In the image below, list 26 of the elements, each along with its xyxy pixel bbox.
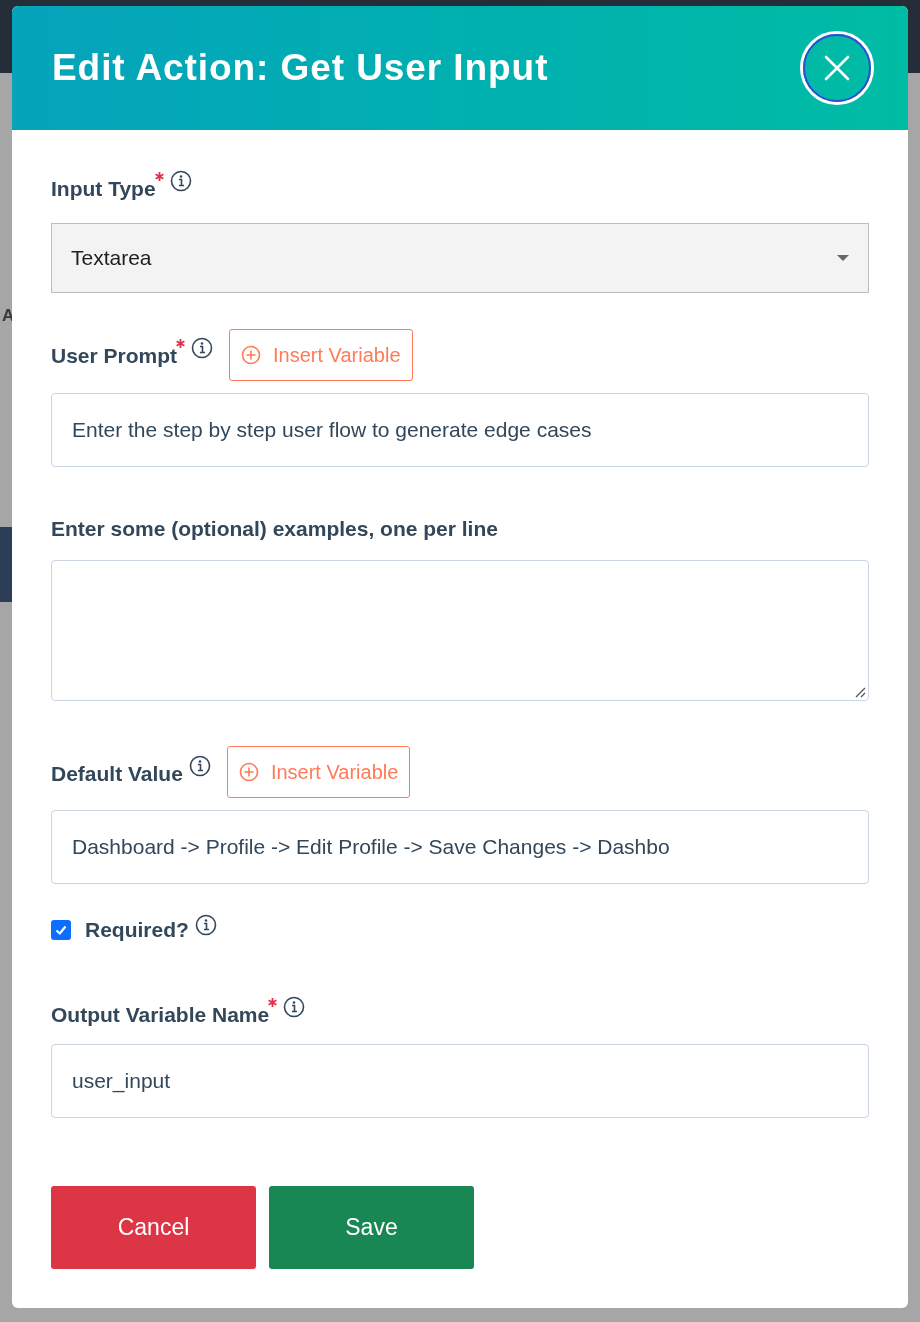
- select-field[interactable]: Textarea: [51, 222, 869, 293]
- input-field[interactable]: Dashboard -> Profile -> Edit Profile -> Save Changes -> Dashbo: [51, 810, 869, 884]
- resize-handle-icon[interactable]: [854, 686, 866, 698]
- info-icon[interactable]: [188, 754, 211, 777]
- field-label: Input Type: [51, 176, 156, 202]
- field-label: Default Value: [51, 760, 183, 787]
- info-icon[interactable]: [169, 170, 192, 192]
- info-icon[interactable]: [191, 337, 214, 360]
- plus-circle-icon: [241, 344, 262, 365]
- checkbox[interactable]: [51, 919, 71, 940]
- info-icon[interactable]: [194, 914, 217, 936]
- input-field[interactable]: Enter the step by step user flow to generate edge cases: [51, 392, 869, 467]
- info-icon[interactable]: [283, 995, 306, 1018]
- cancel-button[interactable]: Cancel: [51, 1186, 256, 1269]
- field-label: User Prompt: [51, 343, 178, 370]
- caret-icon: [837, 254, 849, 261]
- input-field[interactable]: user_input: [51, 1044, 869, 1118]
- field-label: Enter some (optional) examples, one per line: [51, 515, 498, 542]
- textarea-field[interactable]: [51, 560, 869, 701]
- save-button[interactable]: Save: [269, 1186, 474, 1269]
- dialog-title: Edit Action: Get User Input: [52, 46, 549, 91]
- close-icon: [824, 55, 850, 81]
- field-label: Output Variable Name: [51, 1001, 270, 1028]
- checkbox-label: Required?: [85, 917, 189, 943]
- plus-circle-icon: [238, 762, 259, 782]
- close-button[interactable]: [800, 31, 874, 105]
